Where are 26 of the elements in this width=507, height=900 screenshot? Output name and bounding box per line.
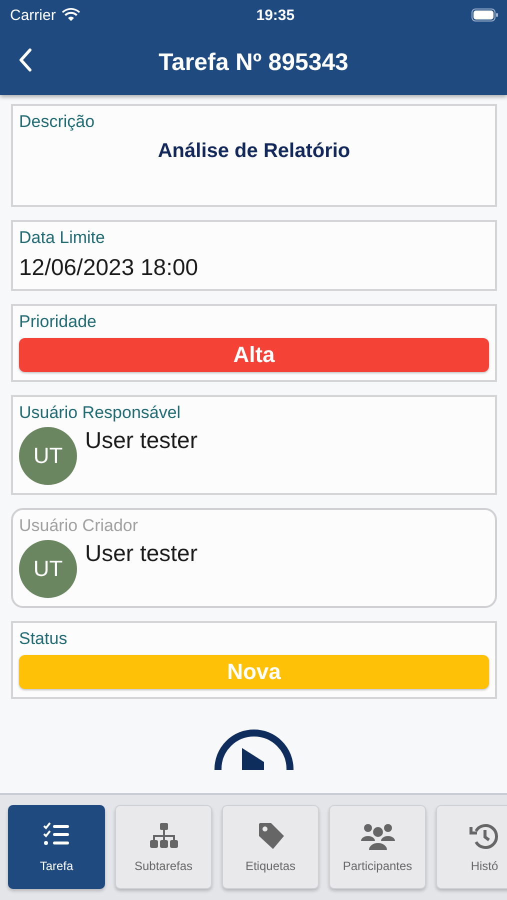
avatar: UT: [19, 540, 77, 598]
field-label: Prioridade: [19, 312, 96, 332]
field-label: Data Limite: [19, 228, 105, 248]
field-label: Usuário Responsável: [19, 403, 181, 423]
carrier-label: Carrier: [10, 6, 56, 24]
field-label: Status: [19, 629, 68, 649]
tab[interactable]: Participantes: [329, 805, 426, 889]
date-value: 12/06/2023 18:00: [19, 254, 198, 281]
play-icon[interactable]: [214, 728, 294, 770]
people-icon: [360, 821, 394, 851]
wifi-icon: [62, 8, 80, 22]
tab[interactable]: Subtarefas: [115, 805, 212, 889]
field-label: Descrição: [19, 112, 95, 132]
user-name: User tester: [85, 540, 198, 567]
description-text: Análise de Relatório: [158, 140, 350, 163]
tab[interactable]: Histó: [436, 805, 507, 889]
user-name: User tester: [85, 427, 198, 454]
avatar: UT: [19, 427, 77, 485]
page-title: Tarefa Nº 895343: [158, 48, 348, 76]
status-badge: Nova: [19, 655, 489, 689]
tab[interactable]: Etiquetas: [222, 805, 319, 889]
tab[interactable]: Tarefa: [8, 805, 105, 889]
status-time: 19:35: [255, 6, 296, 24]
battery-icon: [471, 8, 499, 22]
status-badge: Alta: [19, 338, 489, 372]
field-label: Usuário Criador: [19, 516, 138, 536]
